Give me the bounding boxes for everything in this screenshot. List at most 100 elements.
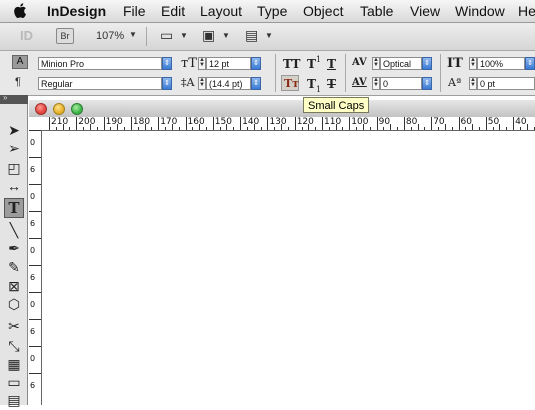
ruler-minor-tick (281, 124, 283, 130)
ruler-label: 0 (30, 246, 36, 255)
document-page[interactable] (42, 131, 535, 405)
ruler-minor-tick (96, 127, 98, 130)
polygon-tool-icon[interactable]: ⬡ (4, 294, 24, 314)
tools-panel-header[interactable]: » (0, 93, 28, 104)
arrange-documents-icon[interactable]: ▤ (245, 27, 258, 44)
font-family-dropdown[interactable]: ⇕ (162, 57, 172, 70)
menu-table[interactable]: Table (360, 3, 393, 19)
rectangle-frame-tool-icon[interactable]: ⊠ (4, 276, 24, 296)
type-tool-icon[interactable]: T (4, 198, 24, 218)
menu-layout[interactable]: Layout (200, 3, 242, 19)
ruler-major-tick (29, 319, 41, 320)
ruler-major-tick (29, 157, 41, 158)
leading-stepper[interactable]: ▲ ▼ (198, 77, 206, 90)
ruler-label: 6 (30, 381, 36, 390)
ruler-minor-tick (424, 127, 426, 130)
small-caps-button[interactable]: Tт (284, 77, 299, 90)
vertical-scale-stepper[interactable]: ▲ ▼ (469, 57, 477, 70)
free-transform-tool-icon[interactable]: ⤡ (4, 336, 24, 356)
tracking-field[interactable]: 0 (380, 77, 422, 90)
font-style-field[interactable]: Regular (38, 77, 162, 90)
ruler-major-tick (267, 117, 269, 130)
baseline-shift-field[interactable]: 0 pt (477, 77, 535, 90)
leading-dropdown[interactable]: ⇕ (251, 77, 261, 90)
bridge-button[interactable]: Br (56, 28, 74, 44)
screen-mode-dropdown-icon[interactable]: ▼ (222, 31, 230, 40)
ruler-minor-tick (233, 127, 235, 130)
close-window-button[interactable] (35, 103, 47, 115)
selection-tool-icon[interactable]: ➤ (4, 120, 24, 140)
ruler-minor-tick (144, 124, 146, 130)
ruler-minor-tick (417, 124, 419, 130)
tracking-stepper[interactable]: ▲ ▼ (372, 77, 380, 90)
menu-window[interactable]: Window (455, 3, 505, 19)
all-caps-button[interactable]: TT (283, 57, 300, 71)
ruler-label: 130 (269, 117, 287, 127)
baseline-shift-stepper[interactable]: ▲ ▼ (469, 77, 477, 90)
leading-field[interactable]: (14.4 pt) (206, 77, 251, 90)
kerning-dropdown[interactable]: ⇕ (422, 57, 432, 70)
font-size-dropdown[interactable]: ⇕ (251, 57, 261, 70)
superscript-button[interactable]: T (307, 57, 316, 71)
ruler-label: 170 (160, 117, 178, 127)
strikethrough-button[interactable]: T (327, 77, 336, 91)
menu-type[interactable]: Type (257, 3, 287, 19)
ruler-major-tick (240, 117, 242, 130)
arrange-documents-dropdown-icon[interactable]: ▼ (265, 31, 273, 40)
ruler-minor-tick (369, 127, 371, 130)
view-options-icon[interactable]: ▭ (160, 27, 173, 44)
vertical-ruler[interactable]: 0 6 0 6 0 6 0 6 0 6 (29, 130, 42, 405)
menu-file[interactable]: File (123, 3, 146, 19)
pencil-tool-icon[interactable]: ✎ (4, 257, 24, 277)
zoom-window-button[interactable] (71, 103, 83, 115)
scissors-tool-icon[interactable]: ✂ (4, 316, 24, 336)
pen-tool-icon[interactable]: ✒ (4, 238, 24, 258)
ruler-minor-tick (526, 124, 528, 130)
font-size-stepper[interactable]: ▲ ▼ (198, 57, 206, 70)
zoom-dropdown-icon[interactable]: ▼ (129, 30, 137, 39)
screen-mode-icon[interactable]: ▣ (202, 27, 215, 44)
ruler-major-tick (76, 117, 78, 130)
ruler-minor-tick (165, 127, 167, 130)
ruler-minor-tick (438, 127, 440, 130)
vertical-scale-field[interactable]: 100% (477, 57, 525, 70)
menu-app-name[interactable]: InDesign (47, 3, 106, 19)
ruler-minor-tick (492, 127, 494, 130)
underline-button[interactable]: T (327, 57, 336, 71)
ruler-label: 70 (433, 117, 445, 127)
view-options-dropdown-icon[interactable]: ▼ (180, 31, 188, 40)
font-family-field[interactable]: Minion Pro (38, 57, 162, 70)
gradient-tool-icon[interactable]: ▦ (4, 354, 24, 374)
menu-help[interactable]: He (518, 3, 535, 19)
menu-bar: InDesign File Edit Layout Type Object Ta… (0, 0, 535, 23)
gap-tool-icon[interactable]: ↔ (4, 176, 24, 196)
line-tool-icon[interactable]: ╲ (4, 220, 24, 240)
zoom-level[interactable]: 107% (96, 30, 124, 42)
menu-edit[interactable]: Edit (161, 3, 185, 19)
ruler-minor-tick (478, 127, 480, 130)
kerning-field[interactable]: Optical (380, 57, 422, 70)
subscript-button[interactable]: T (307, 77, 316, 91)
apple-menu-icon[interactable] (13, 2, 29, 19)
horizontal-ruler[interactable]: 210 200 190 180 170 160 150 140 130 120 110 100 90 80… (41, 117, 535, 131)
ruler-major-tick (431, 117, 433, 130)
character-formatting-mode-button[interactable]: A (12, 55, 28, 69)
document-title-bar[interactable] (29, 100, 535, 117)
eyedropper-tool-icon[interactable]: ▤ (4, 390, 24, 410)
menu-object[interactable]: Object (303, 3, 343, 19)
menu-view[interactable]: View (410, 3, 440, 19)
font-style-dropdown[interactable]: ⇕ (162, 77, 172, 90)
note-tool-icon[interactable]: ▭ (4, 372, 24, 392)
font-size-field[interactable]: 12 pt (206, 57, 251, 70)
ruler-minor-tick (226, 124, 228, 130)
vertical-scale-dropdown[interactable]: ⇕ (525, 57, 535, 70)
minimize-window-button[interactable] (53, 103, 65, 115)
kerning-stepper[interactable]: ▲ ▼ (372, 57, 380, 70)
paragraph-formatting-mode-button[interactable]: ¶ (15, 76, 21, 88)
vertical-scale-icon: IT (447, 56, 463, 71)
collapse-panel-icon[interactable]: » (3, 93, 7, 102)
tracking-dropdown[interactable]: ⇕ (422, 77, 432, 90)
page-tool-icon[interactable]: ◰ (4, 158, 24, 178)
direct-selection-tool-icon[interactable]: ➢ (4, 138, 24, 158)
ruler-label: 100 (351, 117, 369, 127)
